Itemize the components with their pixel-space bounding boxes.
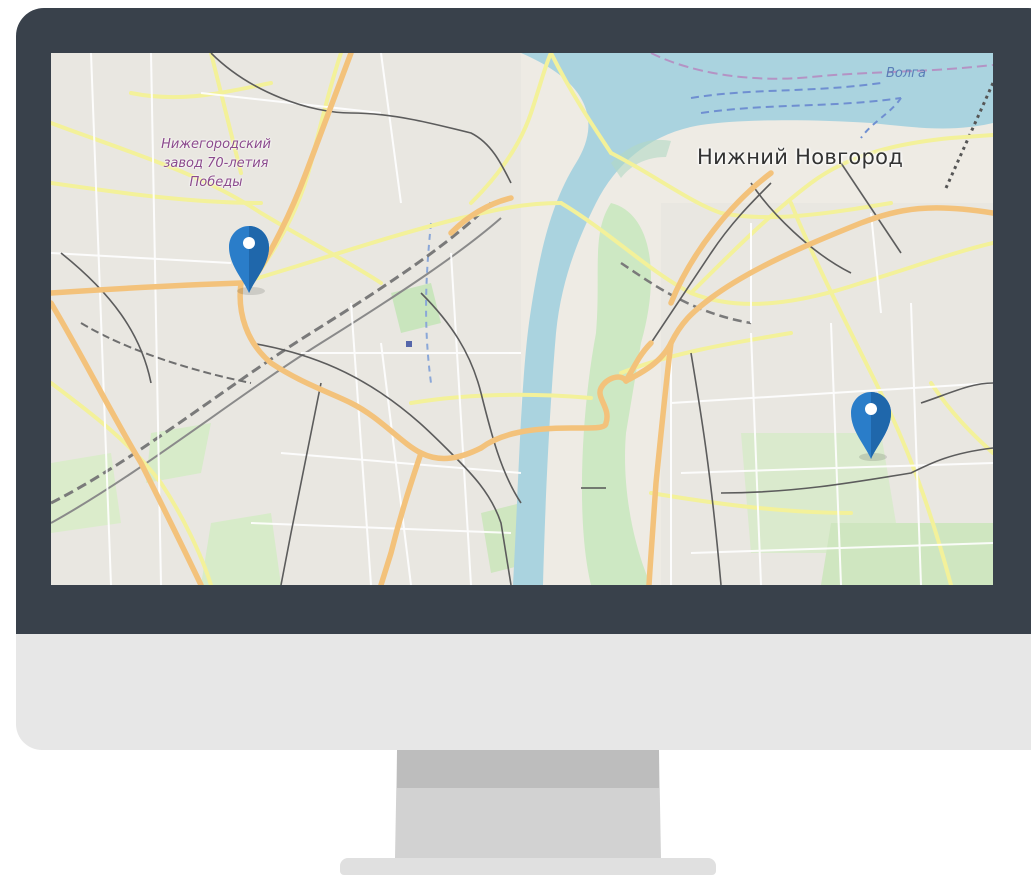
monitor-stand xyxy=(395,750,661,858)
map-pin-icon xyxy=(851,392,891,461)
location-marker-west[interactable] xyxy=(227,225,271,295)
monitor-chin xyxy=(16,634,1031,750)
map-view[interactable]: Волга Нижний Новгород Нижегородский заво… xyxy=(51,53,993,585)
map-canvas[interactable] xyxy=(51,53,993,585)
map-pin-icon xyxy=(229,226,269,295)
location-marker-east[interactable] xyxy=(849,391,893,461)
monitor-stand-base xyxy=(340,858,716,875)
